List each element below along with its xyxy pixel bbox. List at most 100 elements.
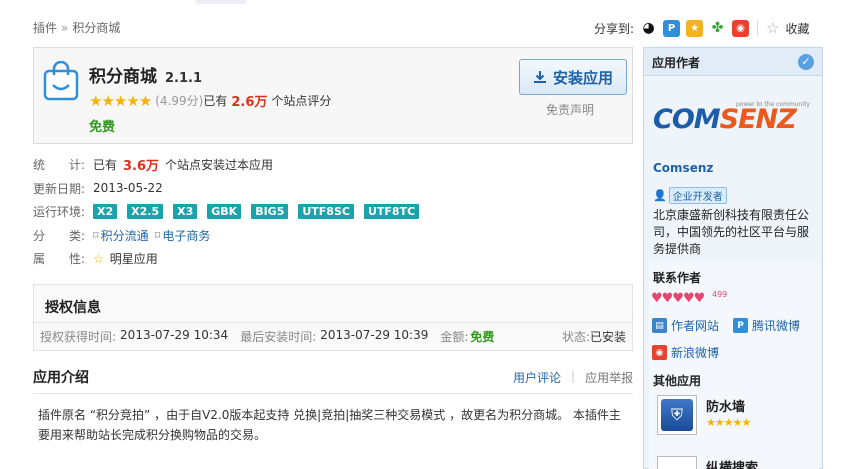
author-name[interactable]: Comsenz — [653, 161, 713, 175]
comsenz-logo[interactable]: COMSENZ — [653, 104, 797, 135]
update-value: 2013-05-22 — [93, 181, 163, 196]
license-divider — [34, 322, 632, 323]
env-badge: UTF8TC — [363, 204, 420, 220]
heart-count: 499 — [712, 290, 728, 299]
stat-prefix: 已有 — [93, 158, 118, 173]
install-button[interactable]: 安装应用 — [519, 59, 627, 95]
download-icon — [533, 71, 546, 83]
env-badge: GBK — [207, 204, 242, 220]
breadcrumb-separator: » — [61, 21, 69, 35]
other-apps-title: 其他应用 — [653, 374, 702, 388]
shopping-bag-icon — [43, 61, 79, 101]
category-tag-label: 积分流通 — [100, 228, 149, 243]
verified-check-icon: ✓ — [798, 54, 814, 70]
shield-icon: ⛨ — [661, 399, 693, 431]
app-name[interactable]: 纵横搜索 — [706, 457, 758, 469]
stat-count: 3.6万 — [123, 159, 160, 175]
rated-prefix: 已有 — [203, 94, 228, 108]
attribute-label: 属 性: — [33, 252, 86, 267]
qzone-icon[interactable]: P — [663, 19, 681, 37]
author-website-link[interactable]: ▤ 作者网站 — [652, 317, 719, 334]
search-app-icon[interactable] — [657, 456, 697, 469]
obtain-value: 2013-07-29 10:34 — [120, 328, 229, 342]
plugin-info: 统 计: 已有 3.6万 个站点安装过本应用 更新日期: 2013-05-22 … — [33, 153, 420, 271]
author-website-label: 作者网站 — [671, 319, 720, 333]
status-label: 状态: — [561, 330, 590, 344]
author-sidebar: 应用作者 ✓ power to the community COMSENZ Co… — [643, 47, 823, 469]
tag-icon: ⌑ — [154, 228, 161, 242]
plugin-name: 积分商城 — [89, 67, 157, 87]
category-row: 分 类: ⌑ 积分流通 ⌑ 电子商务 — [33, 224, 419, 248]
attribute-row: 属 性: ☆ 明星应用 — [33, 247, 419, 271]
intro-text: 插件原名 “积分竞拍” ，由于自V2.0版本起支持 兑换|竞拍|抽奖三种交易模式… — [38, 408, 621, 442]
license-box: 授权信息 授权获得时间: 2013-07-29 10:34 最后安装时间: 20… — [33, 284, 633, 351]
env-badge: UTF8SC — [298, 204, 354, 220]
rated-count: 2.6万 — [231, 95, 268, 110]
rating-score: (4.99分) — [155, 94, 204, 108]
star-icon: ☆ — [93, 251, 104, 266]
last-install-label: 最后安装时间: — [240, 330, 317, 344]
author-description: 北京康盛新创科技有限责任公司，中国领先的社区平台与服务提供商 — [653, 208, 810, 256]
env-badge: X2 — [93, 204, 118, 220]
status-value: 已安装 — [589, 330, 626, 344]
category-tag[interactable]: ⌑ 电子商务 — [155, 227, 211, 244]
plugin-summary-box: 积分商城 2.1.1 ★★★★★ (4.99分) 已有 2.6万 个站点评分 免费… — [33, 47, 633, 144]
license-title: 授权信息 — [45, 300, 101, 316]
install-button-label: 安装应用 — [552, 68, 613, 87]
tag-icon: ⌑ — [93, 228, 99, 242]
hearts-rating-icon: ♥♥♥♥♥ — [651, 291, 705, 306]
app-name[interactable]: 防水墙 — [706, 396, 745, 415]
brand-accent: SENZ — [719, 104, 797, 135]
website-icon: ▤ — [652, 318, 667, 333]
firewall-app-icon[interactable]: ⛨ — [657, 395, 697, 435]
brand-main: COM — [653, 104, 721, 135]
env-badge: X3 — [173, 204, 198, 220]
tencent-weibo-link[interactable]: P 腾讯微博 — [733, 317, 800, 334]
sina-weibo-link[interactable]: ◉ 新浪微博 — [652, 344, 719, 361]
disclaimer-link[interactable]: 免责声明 — [546, 101, 594, 118]
developer-badge-label: 企业开发者 — [668, 187, 727, 204]
breadcrumb-current[interactable]: 积分商城 — [72, 21, 120, 35]
license-details: 授权获得时间: 2013-07-29 10:34 最后安装时间: 2013-07… — [40, 328, 626, 345]
page: 插件» 积分商城 分享到: ◕ P ★ ✤ ◉ ☆ 收藏 积分商城 2.1.1 ★★… — [0, 0, 868, 469]
category-tag-label: 电子商务 — [162, 228, 211, 243]
stat-suffix: 个站点安装过本应用 — [165, 158, 274, 173]
stat-row: 统 计: 已有 3.6万 个站点安装过本应用 — [33, 153, 419, 177]
sina-weibo-label: 新浪微博 — [671, 346, 720, 360]
obtain-label: 授权获得时间: — [40, 330, 117, 344]
category-tag[interactable]: ⌑ 积分流通 — [93, 227, 149, 244]
plugin-title: 积分商城 2.1.1 — [89, 62, 202, 87]
developer-person-icon: 👤 — [653, 189, 667, 202]
rated-suffix: 个站点评分 — [271, 94, 332, 108]
share-divider — [757, 20, 759, 36]
link-separator: | — [571, 369, 576, 383]
favorite-star-icon[interactable]: ☆ — [766, 19, 779, 37]
tencent-weibo-icon[interactable]: ★ — [686, 19, 704, 37]
developer-badge: 👤 企业开发者 — [653, 187, 727, 204]
sina-weibo-icon: ◉ — [652, 345, 667, 360]
kaixin-icon[interactable]: ✤ — [709, 19, 727, 37]
breadcrumb-plugins[interactable]: 插件 — [33, 21, 57, 35]
last-install-value: 2013-07-29 10:39 — [320, 328, 429, 342]
favorite-link[interactable]: 收藏 — [786, 20, 810, 37]
contact-title: 联系作者 — [653, 271, 702, 285]
breadcrumb: 插件 » 积分商城 — [33, 19, 120, 36]
sidebar-header: 应用作者 ✓ — [644, 48, 822, 76]
plugin-rating: ★★★★★ (4.99分) 已有 2.6万 个站点评分 — [89, 91, 332, 111]
sidebar-title: 应用作者 — [652, 56, 701, 70]
sina-weibo-icon[interactable]: ◉ — [732, 19, 750, 37]
rating-stars-icon: ★★★★★ — [89, 91, 152, 110]
report-link[interactable]: 应用举报 — [585, 369, 633, 386]
category-label: 分 类: — [33, 228, 86, 243]
intro-divider — [33, 393, 633, 394]
update-label: 更新日期: — [33, 181, 86, 196]
plugin-version: 2.1.1 — [165, 71, 203, 86]
share-label: 分享到: — [594, 21, 635, 36]
qq-icon[interactable]: ◕ — [640, 19, 658, 37]
user-comments-link[interactable]: 用户评论 — [513, 369, 561, 386]
env-label: 运行环境: — [33, 205, 86, 220]
app-rating-stars-icon: ★★★★★ — [706, 416, 751, 429]
env-row: 运行环境: X2 X2.5 X3 GBK BIG5 UTF8SC UTF8TC — [33, 200, 420, 224]
amount-value: 免费 — [470, 330, 495, 344]
env-badge: BIG5 — [251, 204, 289, 220]
